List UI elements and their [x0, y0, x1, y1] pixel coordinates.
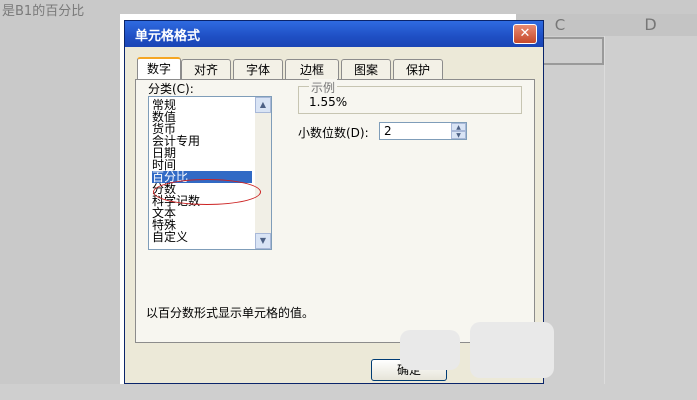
dialog-titlebar[interactable]: 单元格格式 ✕: [125, 21, 543, 47]
tab-protection[interactable]: 保护: [393, 59, 443, 79]
scroll-up-icon[interactable]: ▲: [255, 97, 271, 113]
blur-overlay: [400, 330, 460, 370]
close-icon: ✕: [519, 26, 531, 41]
category-label: 分类(C):: [148, 82, 194, 96]
decimal-places-stepper[interactable]: 2 ▲ ▼: [379, 122, 467, 140]
tab-alignment[interactable]: 对齐: [181, 59, 231, 79]
scroll-down-icon[interactable]: ▼: [255, 233, 271, 249]
blur-overlay: [470, 322, 554, 378]
tab-font[interactable]: 字体: [233, 59, 283, 79]
decimal-places-value[interactable]: 2: [384, 124, 392, 138]
worksheet-right-area: [543, 14, 697, 384]
tab-number[interactable]: 数字: [137, 57, 181, 80]
selected-cell[interactable]: [542, 37, 604, 65]
annotation-circle: [153, 179, 261, 205]
list-item-custom[interactable]: 自定义: [152, 231, 188, 243]
close-button[interactable]: ✕: [513, 24, 537, 44]
sample-label: 示例: [309, 79, 338, 96]
category-list[interactable]: 常规 数值 货币 会计专用 日期 时间 百分比 分数 科学记数 文本 特殊 自定…: [148, 96, 272, 250]
category-scrollbar[interactable]: ▲ ▼: [255, 97, 271, 249]
stepper-down-icon[interactable]: ▼: [451, 131, 466, 139]
bottom-band: [0, 384, 697, 400]
stepper-buttons: ▲ ▼: [451, 123, 466, 139]
sample-group: 示例 1.55%: [298, 79, 522, 114]
stepper-up-icon[interactable]: ▲: [451, 123, 466, 131]
sample-value: 1.55%: [309, 95, 348, 109]
decimal-places-label: 小数位数(D):: [298, 126, 369, 140]
column-header-d[interactable]: D: [604, 14, 697, 36]
tab-pattern[interactable]: 图案: [341, 59, 391, 79]
tab-border[interactable]: 边框: [285, 59, 339, 79]
number-tab-panel: 分类(C): 常规 数值 货币 会计专用 日期 时间 百分比 分数 科学记数 文…: [135, 79, 535, 343]
background-text: 是B1的百分比: [2, 4, 85, 19]
grid-line: [604, 14, 605, 384]
dialog-title: 单元格格式: [135, 29, 201, 44]
category-description: 以百分数形式显示单元格的值。: [146, 306, 315, 320]
